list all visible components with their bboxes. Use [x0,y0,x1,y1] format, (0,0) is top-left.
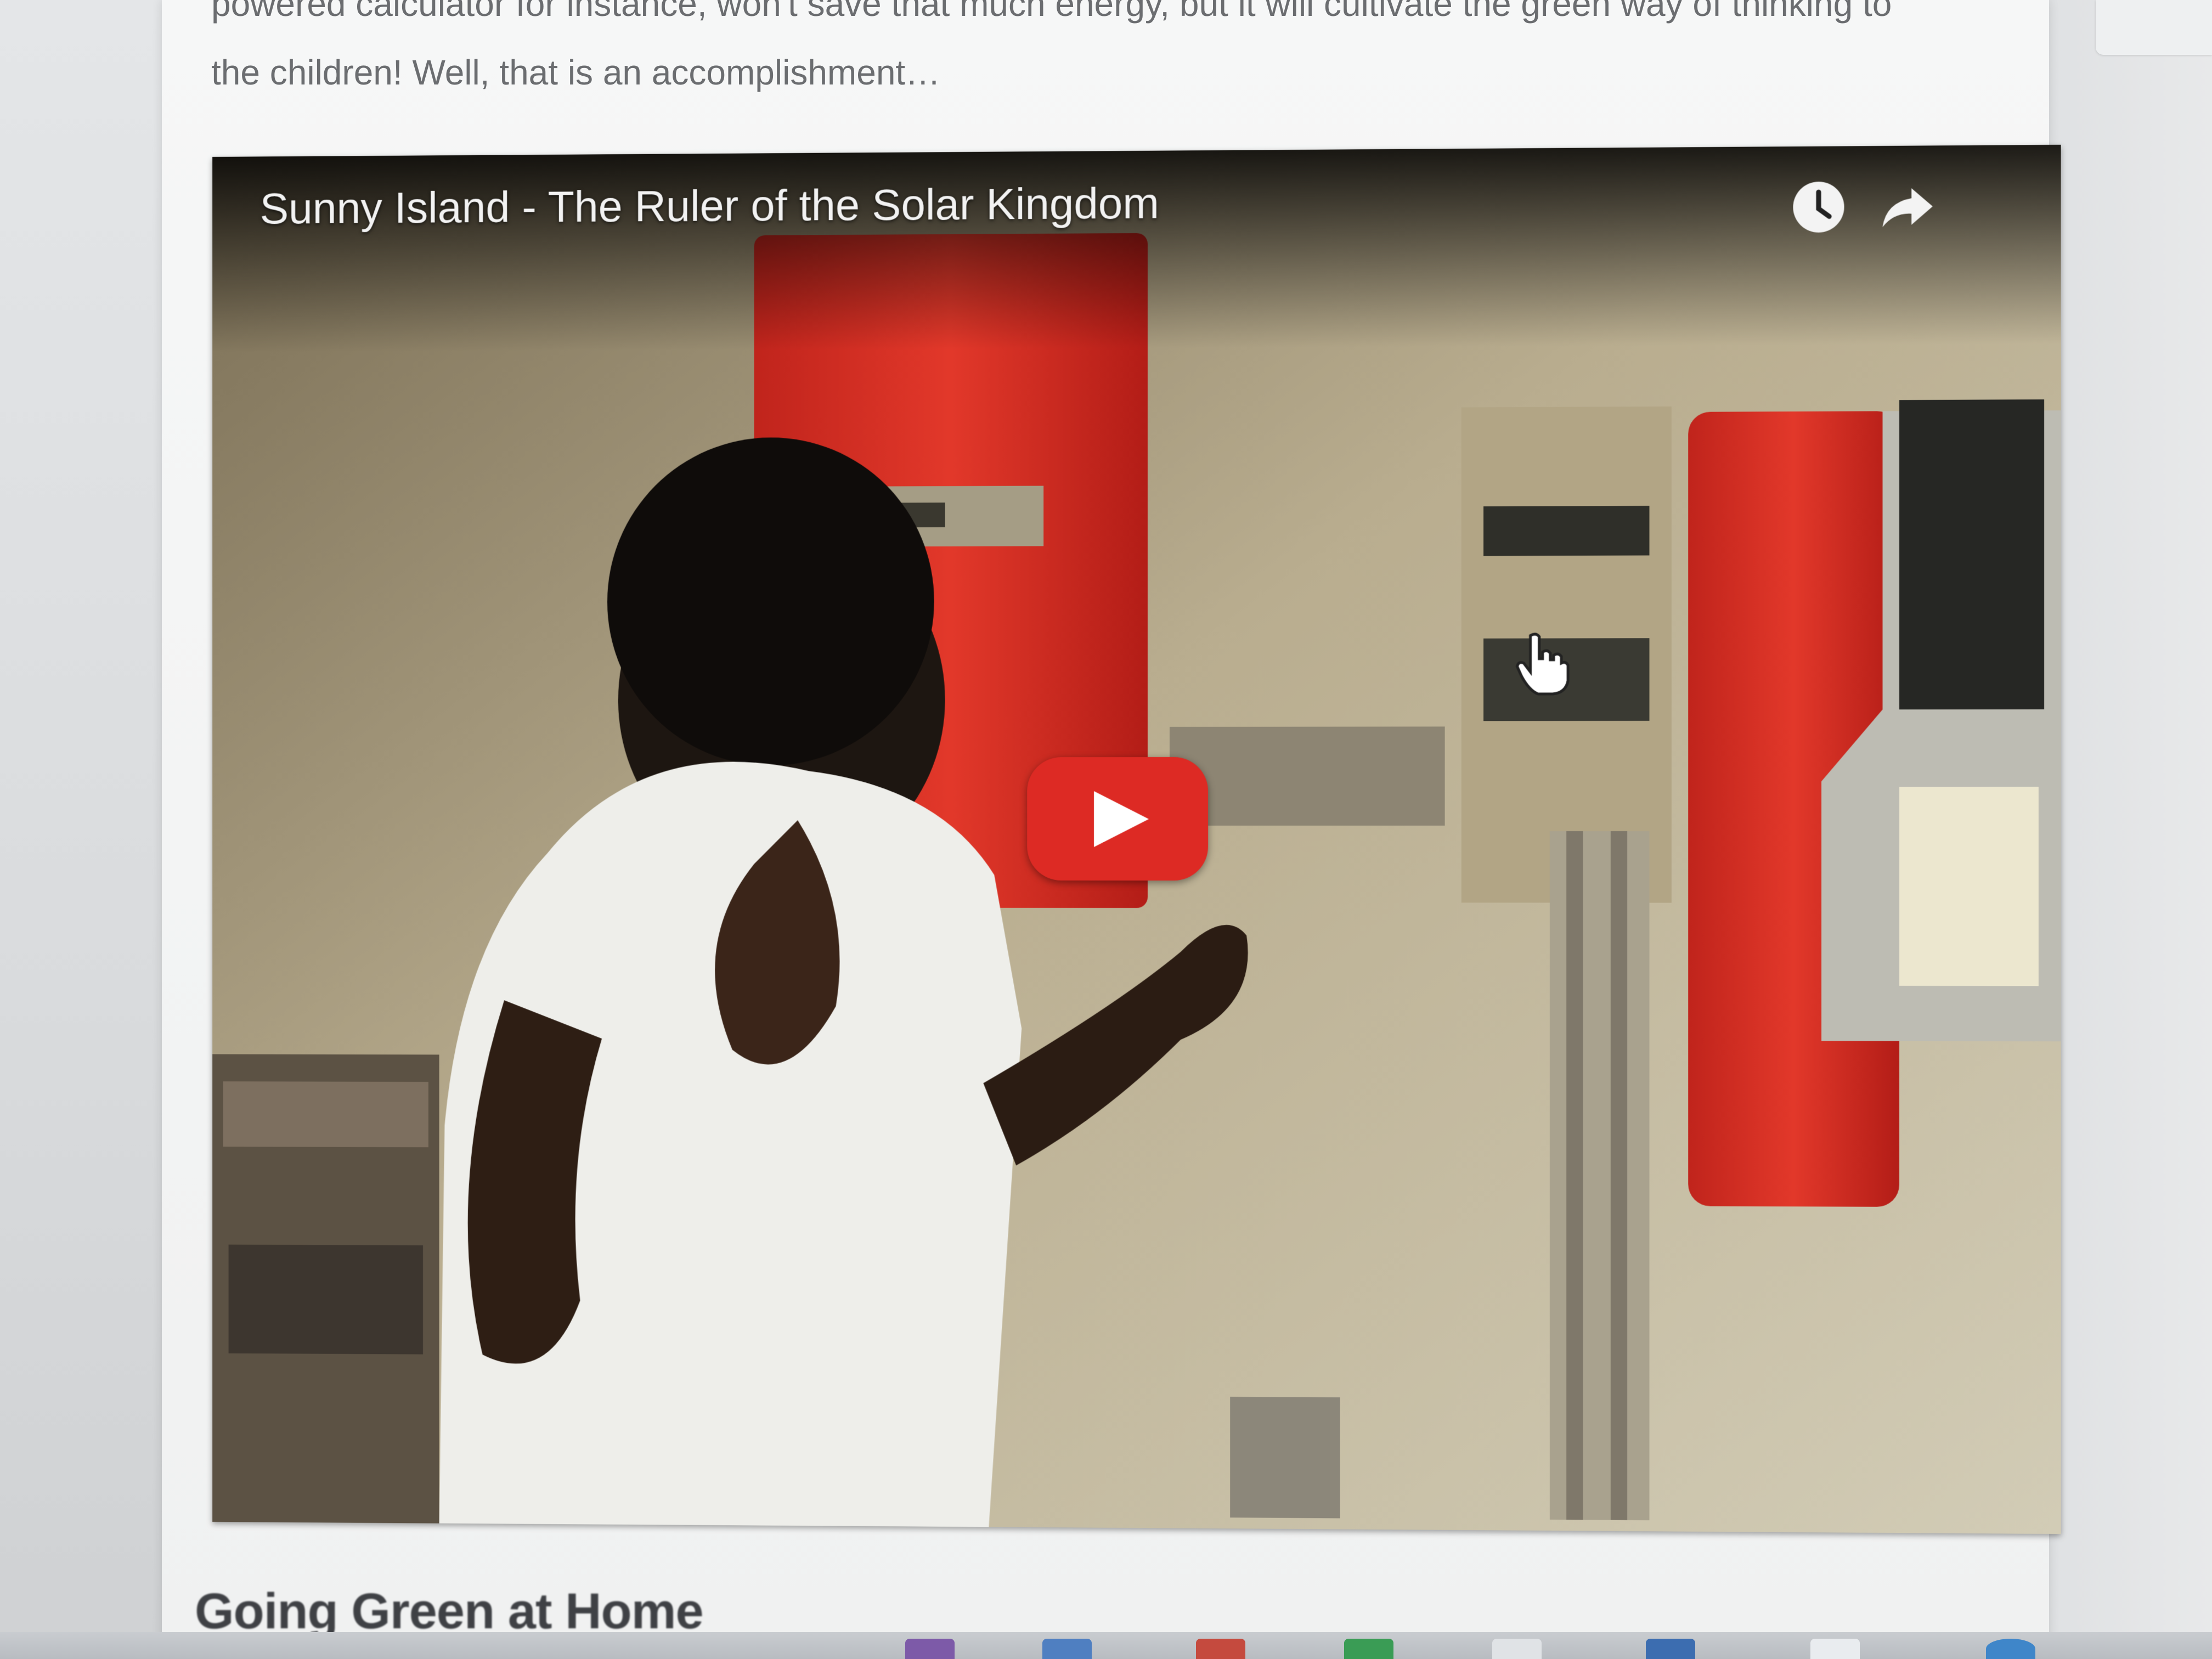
play-button[interactable] [1027,757,1209,881]
screen: powered calculator for instance, won't s… [0,0,2212,1659]
window-edge [2049,0,2212,1659]
taskbar-app-icon[interactable] [905,1639,955,1659]
intro-line-2: the children! Well, that is an accomplis… [211,53,941,92]
watch-later-clock-icon[interactable] [1788,177,1849,238]
taskbar-app-icon[interactable] [1344,1639,1393,1659]
taskbar-app-icon[interactable] [1492,1639,1542,1659]
video-player[interactable]: Sunny Island - The Ruler of the Solar Ki… [212,144,2061,1534]
video-title[interactable]: Sunny Island - The Ruler of the Solar Ki… [260,178,1159,234]
play-icon [1094,791,1149,848]
taskbar-app-icon[interactable] [1196,1639,1245,1659]
hand-pointer-cursor-icon [1514,630,1575,696]
taskbar-app-icon[interactable] [1646,1639,1695,1659]
share-arrow-icon[interactable] [1877,176,1938,237]
taskbar-app-icon[interactable] [1042,1639,1092,1659]
taskbar-app-icon[interactable] [1810,1639,1860,1659]
taskbar-app-icon[interactable] [1986,1639,2035,1659]
intro-line-1: powered calculator for instance, won't s… [211,0,1892,24]
taskbar [0,1632,2212,1659]
article-intro: powered calculator for instance, won't s… [211,0,2022,107]
corner-tab[interactable] [2096,0,2212,55]
